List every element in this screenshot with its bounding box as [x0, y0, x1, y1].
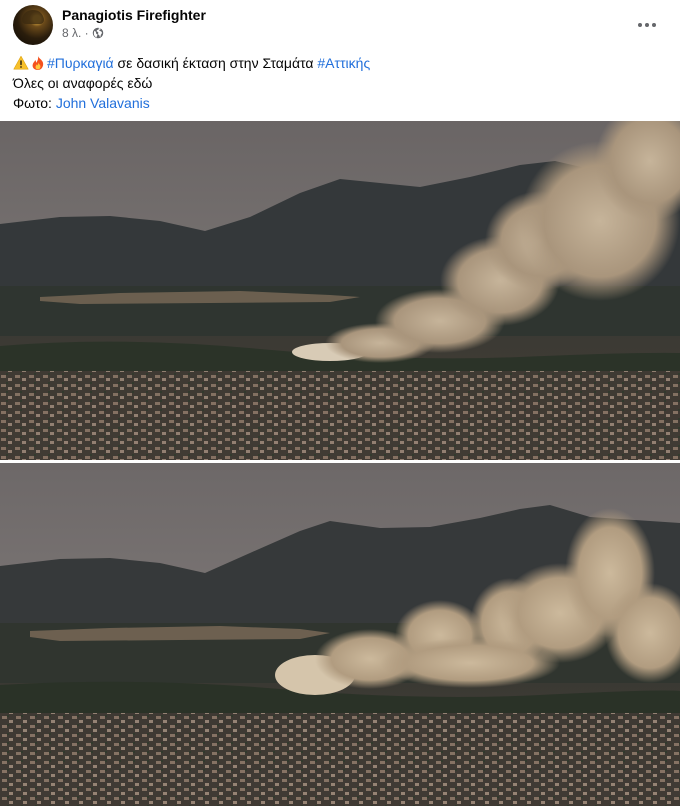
post-text: #Πυρκαγιά σε δασική έκταση στην Σταμάτα … — [13, 53, 663, 113]
post-text-line-3: Φωτο: John Valavanis — [13, 93, 663, 113]
post-text-line-1: #Πυρκαγιά σε δασική έκταση στην Σταμάτα … — [13, 53, 663, 73]
post-meta: 8 λ. · — [62, 26, 104, 40]
photographer-mention-link[interactable]: John Valavanis — [56, 95, 150, 111]
post-photo-2[interactable] — [0, 463, 680, 806]
post-text-line-2: Όλες οι αναφορές εδώ — [13, 75, 153, 91]
post-timestamp[interactable]: 8 λ. · — [62, 26, 89, 40]
post-text-middle: σε δασική έκταση στην Σταμάτα — [113, 55, 318, 71]
warning-emoji-icon — [13, 55, 29, 70]
globe-icon — [92, 27, 103, 39]
wildfire-photo-1 — [0, 121, 680, 460]
fire-emoji-icon — [32, 55, 44, 70]
more-horizontal-icon — [638, 23, 642, 27]
more-options-button[interactable] — [633, 11, 661, 39]
wildfire-photo-2 — [0, 463, 680, 806]
hashtag-link-1[interactable]: #Πυρκαγιά — [47, 55, 114, 71]
hashtag-link-2[interactable]: #Αττικής — [317, 55, 370, 71]
post-header: Panagiotis Firefighter 8 λ. · — [13, 5, 667, 49]
author-name[interactable]: Panagiotis Firefighter — [62, 7, 206, 23]
post-card: Panagiotis Firefighter 8 λ. · #Πυρκαγιά … — [0, 0, 680, 806]
author-avatar[interactable] — [13, 5, 53, 45]
photo-credit-prefix: Φωτο: — [13, 95, 56, 111]
post-photo-1[interactable] — [0, 121, 680, 460]
